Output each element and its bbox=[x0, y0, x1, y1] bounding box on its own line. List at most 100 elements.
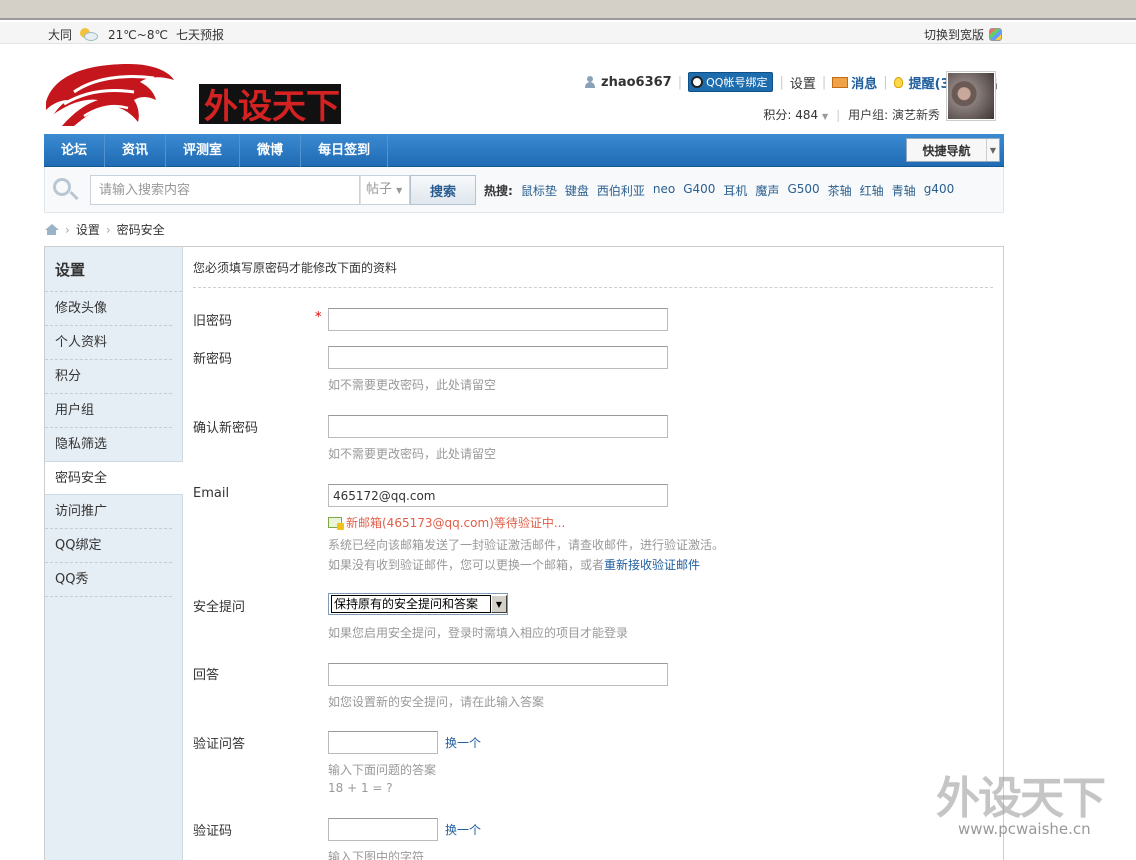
username-link[interactable]: zhao6367 bbox=[601, 75, 672, 90]
sidebar-item-qq-bind[interactable]: QQ绑定 bbox=[45, 529, 172, 563]
hot-word[interactable]: 红轴 bbox=[860, 182, 884, 199]
verify-qa-label: 验证问答 bbox=[193, 737, 246, 752]
watermark: 外设天下 www.pcwaishe.cn bbox=[936, 773, 1106, 838]
verify-qa-refresh-link[interactable]: 换一个 bbox=[445, 734, 481, 751]
search-input[interactable] bbox=[90, 175, 360, 205]
search-icon bbox=[53, 178, 83, 202]
nav-item-news[interactable]: 资讯 bbox=[105, 134, 167, 167]
answer-label: 回答 bbox=[193, 668, 220, 683]
captcha-refresh-link[interactable]: 换一个 bbox=[445, 821, 481, 838]
messages-link[interactable]: 消息 bbox=[851, 73, 877, 92]
browser-chrome bbox=[0, 0, 1136, 20]
switch-width-link[interactable]: 切换到宽版 bbox=[924, 26, 984, 43]
city-name: 大同 bbox=[48, 28, 73, 42]
verify-qa-input[interactable] bbox=[328, 731, 438, 754]
settings-panel: 设置 修改头像 个人资料 积分 用户组 隐私筛选 密码安全 访问推广 QQ绑定 … bbox=[44, 246, 1004, 860]
sidebar-item-avatar[interactable]: 修改头像 bbox=[45, 292, 172, 326]
new-password-label: 新密码 bbox=[193, 352, 233, 367]
hot-word[interactable]: 键盘 bbox=[565, 182, 589, 199]
confirm-password-label: 确认新密码 bbox=[193, 421, 259, 436]
weather-cloudy-icon bbox=[80, 28, 100, 41]
temperature: 21℃~8℃ bbox=[108, 27, 168, 42]
form-notice: 您必须填写原密码才能修改下面的资料 bbox=[193, 247, 993, 288]
nav-item-reviews[interactable]: 评测室 bbox=[166, 134, 241, 167]
new-password-tip: 如不需要更改密码，此处请留空 bbox=[328, 378, 497, 392]
sidebar-item-promotion[interactable]: 访问推广 bbox=[45, 495, 172, 529]
answer-tip: 如您设置新的安全提问，请在此输入答案 bbox=[328, 695, 545, 709]
sidebar-item-credits[interactable]: 积分 bbox=[45, 360, 172, 394]
new-password-input[interactable] bbox=[328, 346, 668, 369]
points-dropdown[interactable]: 积分: 484 ▼ bbox=[763, 106, 828, 123]
hot-word[interactable]: G500 bbox=[787, 182, 819, 199]
mail-icon bbox=[832, 76, 849, 88]
breadcrumb-current: 密码安全 bbox=[116, 223, 165, 237]
top-bar: 大同 21℃~8℃ 七天预报 切换到宽版 bbox=[0, 22, 1136, 44]
hot-word[interactable]: 鼠标垫 bbox=[521, 182, 557, 199]
captcha-tip: 输入下图中的字符 bbox=[328, 850, 425, 860]
nav-item-weibo[interactable]: 微博 bbox=[240, 134, 302, 167]
chevron-down-icon: ▼ bbox=[986, 139, 999, 161]
sidebar-item-privacy[interactable]: 隐私筛选 bbox=[45, 428, 172, 462]
resend-verification-link[interactable]: 重新接收验证邮件 bbox=[604, 558, 700, 572]
email-tip-1: 系统已经向该邮箱发送了一封验证激活邮件，请查收邮件，进行验证激活。 bbox=[328, 538, 725, 552]
settings-link[interactable]: 设置 bbox=[790, 73, 816, 92]
settings-sidebar: 设置 修改头像 个人资料 积分 用户组 隐私筛选 密码安全 访问推广 QQ绑定 … bbox=[45, 247, 183, 860]
verify-qa-tip: 输入下面问题的答案 bbox=[328, 763, 437, 777]
sidebar-title: 设置 bbox=[45, 247, 182, 292]
captcha-input[interactable] bbox=[328, 818, 438, 841]
search-type-select[interactable]: 帖子 ▼ bbox=[360, 175, 410, 205]
answer-input[interactable] bbox=[328, 663, 668, 686]
required-mark: * bbox=[315, 310, 322, 325]
qq-bind-button[interactable]: QQ帐号绑定 bbox=[688, 72, 774, 92]
password-form: 您必须填写原密码才能修改下面的资料 旧密码 * 新密码 如不需要更改密码，此处请… bbox=[193, 247, 993, 860]
chevron-down-icon: ▼ bbox=[491, 595, 507, 613]
verify-qa-question: 18 + 1 = ? bbox=[328, 781, 393, 795]
window-icon[interactable] bbox=[989, 28, 1002, 41]
pending-mail-icon bbox=[328, 517, 344, 530]
header: 外设天下 zhao6367 | QQ帐号绑定 | 设置 | 消息 | 提醒(3)… bbox=[0, 44, 1136, 134]
quick-nav-button[interactable]: 快捷导航 ▼ bbox=[906, 138, 1000, 162]
home-icon[interactable] bbox=[44, 224, 59, 235]
qq-penguin-icon bbox=[691, 76, 704, 88]
hot-word[interactable]: 青轴 bbox=[892, 182, 916, 199]
nav-item-forum[interactable]: 论坛 bbox=[44, 134, 106, 167]
user-icon bbox=[585, 76, 596, 88]
avatar[interactable] bbox=[946, 71, 996, 121]
old-password-input[interactable] bbox=[328, 308, 668, 331]
email-tip-2: 如果没有收到验证邮件，您可以更换一个邮箱，或者重新接收验证邮件 bbox=[328, 558, 701, 572]
forecast-link[interactable]: 七天预报 bbox=[176, 26, 224, 43]
breadcrumb: › 设置 › 密码安全 bbox=[44, 221, 165, 238]
nav-item-checkin[interactable]: 每日签到 bbox=[301, 134, 389, 167]
search-button[interactable]: 搜索 bbox=[410, 175, 476, 205]
email-pending: 新邮箱(465173@qq.com)等待验证中... bbox=[328, 514, 565, 531]
confirm-password-input[interactable] bbox=[328, 415, 668, 438]
old-password-label: 旧密码 bbox=[193, 314, 233, 329]
hot-word[interactable]: G400 bbox=[683, 182, 715, 199]
email-field[interactable] bbox=[328, 484, 668, 507]
hot-search: 热搜: 鼠标垫 键盘 西伯利亚 neo G400 耳机 魔声 G500 茶轴 红… bbox=[484, 182, 955, 199]
eagle-icon bbox=[46, 64, 174, 126]
hot-word[interactable]: 耳机 bbox=[723, 182, 747, 199]
bulb-icon bbox=[893, 76, 903, 88]
hot-word[interactable]: g400 bbox=[924, 182, 955, 199]
hot-word[interactable]: 西伯利亚 bbox=[597, 182, 645, 199]
captcha-label: 验证码 bbox=[193, 824, 233, 839]
user-links: zhao6367 | QQ帐号绑定 | 设置 | 消息 | 提醒(3) | 退出 bbox=[585, 72, 998, 92]
hot-word[interactable]: 茶轴 bbox=[828, 182, 852, 199]
sidebar-item-profile[interactable]: 个人资料 bbox=[45, 326, 172, 360]
confirm-password-tip: 如不需要更改密码，此处请留空 bbox=[328, 447, 497, 461]
main-nav: 论坛 资讯 评测室 微博 每日签到 快捷导航 ▼ bbox=[44, 134, 1004, 167]
hot-word[interactable]: 魔声 bbox=[755, 182, 779, 199]
breadcrumb-settings[interactable]: 设置 bbox=[76, 221, 100, 238]
hot-word[interactable]: neo bbox=[653, 182, 675, 199]
site-logo[interactable]: 外设天下 bbox=[44, 62, 344, 128]
security-question-select[interactable]: 保持原有的安全提问和答案 ▼ bbox=[328, 593, 508, 615]
search-bar: 帖子 ▼ 搜索 热搜: 鼠标垫 键盘 西伯利亚 neo G400 耳机 魔声 G… bbox=[44, 167, 1004, 213]
sidebar-item-password[interactable]: 密码安全 bbox=[45, 461, 183, 495]
site-name-text: 外设天下 bbox=[204, 87, 340, 127]
sidebar-item-usergroup[interactable]: 用户组 bbox=[45, 394, 172, 428]
email-label: Email bbox=[193, 486, 230, 501]
sidebar-item-qq-show[interactable]: QQ秀 bbox=[45, 563, 172, 597]
user-stats: 积分: 484 ▼ | 用户组: 演艺新秀 bbox=[763, 106, 940, 123]
question-tip: 如果您启用安全提问，登录时需填入相应的项目才能登录 bbox=[328, 626, 629, 640]
